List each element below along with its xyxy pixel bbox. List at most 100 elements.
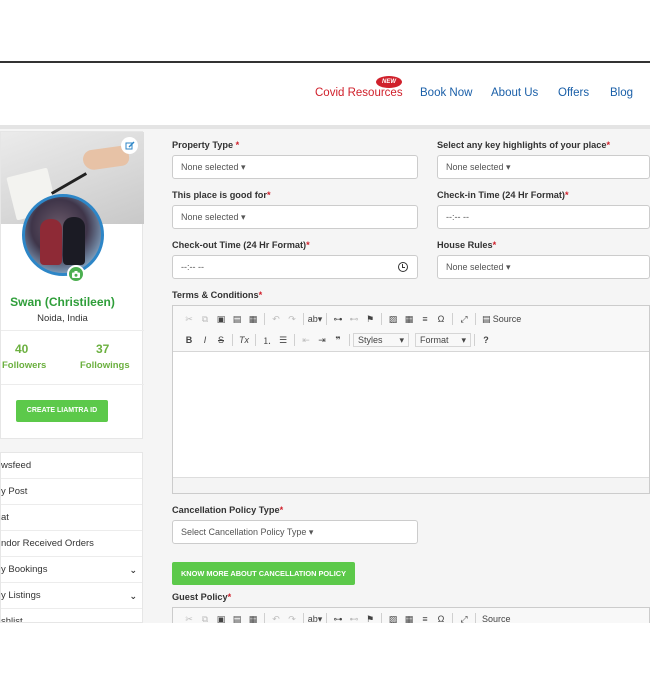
table-icon[interactable]: ▦ (401, 314, 417, 325)
paste-text-icon[interactable]: ▤ (229, 614, 245, 624)
highlights-label: Select any key highlights of your place* (437, 140, 611, 150)
know-more-cancellation-button[interactable]: KNOW MORE ABOUT CANCELLATION POLICY (172, 562, 355, 585)
followings-count[interactable]: 37 (96, 342, 109, 356)
profile-name: Swan (Christileen) (10, 295, 115, 309)
spellcheck-icon[interactable]: ab▾ (307, 614, 323, 624)
paste-icon[interactable]: ▣ (213, 614, 229, 624)
camera-icon (72, 270, 80, 278)
create-liamtra-id-button[interactable]: CREATE LIAMTRA ID (16, 400, 108, 422)
checkin-label: Check-in Time (24 Hr Format)* (437, 190, 569, 200)
special-char-icon[interactable]: Ω (433, 314, 449, 324)
main-nav: Covid Resources Book Now About Us Offers… (0, 87, 650, 103)
horizontal-line-icon[interactable]: ≡ (417, 314, 433, 324)
copy-icon[interactable]: ⧉ (197, 314, 213, 325)
redo-icon[interactable]: ↷ (284, 614, 300, 624)
nav-book-now[interactable]: Book Now (420, 87, 472, 99)
sidebar-item-my-listings[interactable]: y Listings ⌄ (1, 583, 142, 609)
unlink-icon[interactable]: ⊷ (346, 614, 362, 624)
maximize-icon[interactable]: ⤢ (456, 614, 472, 624)
sidebar-item-label: wsfeed (1, 460, 32, 471)
checkout-time-input[interactable]: --:-- -- (172, 255, 418, 279)
cut-icon[interactable]: ✂ (181, 314, 197, 325)
help-icon[interactable]: ? (478, 335, 494, 345)
outdent-icon[interactable]: ⇤ (298, 335, 314, 346)
nav-about-us[interactable]: About Us (491, 87, 538, 99)
sidebar-item-wishlist[interactable]: shlist ⌄ (1, 609, 142, 623)
sidebar-item-my-post[interactable]: y Post (1, 479, 142, 505)
copy-icon[interactable]: ⧉ (197, 614, 213, 624)
editor-status-bar (173, 477, 649, 493)
chevron-down-icon: ⌄ (129, 565, 137, 575)
bullet-list-icon[interactable]: ☰ (275, 335, 291, 346)
property-type-label: Property Type * (172, 140, 240, 150)
undo-icon[interactable]: ↶ (268, 614, 284, 624)
edit-cover-button[interactable] (121, 137, 138, 154)
avatar[interactable] (22, 194, 104, 276)
followers-count[interactable]: 40 (15, 342, 28, 356)
remove-format-icon[interactable]: Tx (236, 335, 252, 345)
sidebar-item-chat[interactable]: at (1, 505, 142, 531)
anchor-icon[interactable]: ⚑ (362, 614, 378, 624)
italic-icon[interactable]: I (197, 335, 213, 345)
undo-icon[interactable]: ↶ (268, 314, 284, 325)
paste-icon[interactable]: ▣ (213, 314, 229, 325)
good-for-select[interactable]: None selected ▾ (172, 205, 418, 229)
property-type-select[interactable]: None selected ▾ (172, 155, 418, 179)
followings-label[interactable]: Followings (80, 360, 130, 371)
table-icon[interactable]: ▦ (401, 614, 417, 624)
blockquote-icon[interactable]: ❞ (330, 335, 346, 346)
nav-blog[interactable]: Blog (610, 87, 633, 99)
terms-editor[interactable]: ✂ ⧉ ▣ ▤ ▦ ↶ ↷ ab▾ ⊶ ⊷ ⚑ ▨ ▦ ≡ Ω ⤢ ▤ Sour… (172, 305, 650, 494)
redo-icon[interactable]: ↷ (284, 314, 300, 325)
editor-toolbar: ✂ ⧉ ▣ ▤ ▦ ↶ ↷ ab▾ ⊶ ⊷ ⚑ ▨ ▦ ≡ Ω ⤢ ▤ Sour… (173, 306, 649, 352)
followers-label[interactable]: Followers (2, 360, 46, 371)
sidebar-item-vendor-orders[interactable]: ndor Received Orders (1, 531, 142, 557)
profile-card: Swan (Christileen) Noida, India 40 Follo… (0, 131, 144, 439)
nav-offers[interactable]: Offers (558, 87, 589, 99)
nav-covid-resources[interactable]: Covid Resources (315, 87, 403, 99)
sidebar-item-my-bookings[interactable]: y Bookings ⌄ (1, 557, 142, 583)
sidebar-item-label: shlist (1, 616, 23, 623)
sidebar-item-label: ndor Received Orders (1, 538, 94, 549)
format-dropdown[interactable]: Format ▾ (415, 333, 471, 347)
edit-icon (125, 141, 134, 149)
top-rule (0, 61, 650, 63)
strike-icon[interactable]: S (213, 335, 229, 345)
paste-word-icon[interactable]: ▦ (245, 614, 261, 624)
house-rules-select[interactable]: None selected ▾ (437, 255, 650, 279)
sidebar-item-label: at (1, 512, 9, 523)
cut-icon[interactable]: ✂ (181, 614, 197, 624)
maximize-icon[interactable]: ⤢ (456, 314, 472, 325)
sidebar-item-newsfeed[interactable]: wsfeed (1, 453, 142, 479)
source-icon: ▤ (482, 313, 491, 324)
chevron-down-icon: ⌄ (129, 617, 137, 623)
sidebar-item-label: y Bookings (1, 564, 48, 575)
change-photo-button[interactable] (67, 265, 85, 283)
horizontal-line-icon[interactable]: ≡ (417, 614, 433, 623)
source-button[interactable]: ▤ Source (479, 314, 524, 325)
image-icon[interactable]: ▨ (385, 614, 401, 624)
link-icon[interactable]: ⊶ (330, 614, 346, 624)
link-icon[interactable]: ⊶ (330, 314, 346, 325)
paste-text-icon[interactable]: ▤ (229, 314, 245, 325)
cancellation-select[interactable]: Select Cancellation Policy Type ▾ (172, 520, 418, 544)
clock-icon[interactable] (398, 262, 408, 272)
indent-icon[interactable]: ⇥ (314, 335, 330, 346)
highlights-select[interactable]: None selected ▾ (437, 155, 650, 179)
guest-policy-label: Guest Policy* (172, 592, 232, 602)
house-rules-label: House Rules* (437, 240, 497, 250)
bold-icon[interactable]: B (181, 335, 197, 345)
source-button[interactable]: Source (479, 614, 514, 623)
styles-dropdown[interactable]: Styles ▾ (353, 333, 409, 347)
numbered-list-icon[interactable]: ⒈ (259, 334, 275, 347)
checkin-time-input[interactable]: --:-- -- (437, 205, 650, 229)
special-char-icon[interactable]: Ω (433, 614, 449, 623)
paste-word-icon[interactable]: ▦ (245, 314, 261, 325)
image-icon[interactable]: ▨ (385, 314, 401, 325)
chevron-down-icon: ⌄ (129, 591, 137, 601)
checkout-label: Check-out Time (24 Hr Format)* (172, 240, 310, 250)
anchor-icon[interactable]: ⚑ (362, 314, 378, 325)
unlink-icon[interactable]: ⊷ (346, 314, 362, 325)
guest-policy-editor[interactable]: ✂ ⧉ ▣ ▤ ▦ ↶ ↷ ab▾ ⊶ ⊷ ⚑ ▨ ▦ ≡ Ω ⤢ Source (172, 607, 650, 623)
spellcheck-icon[interactable]: ab▾ (307, 314, 323, 325)
